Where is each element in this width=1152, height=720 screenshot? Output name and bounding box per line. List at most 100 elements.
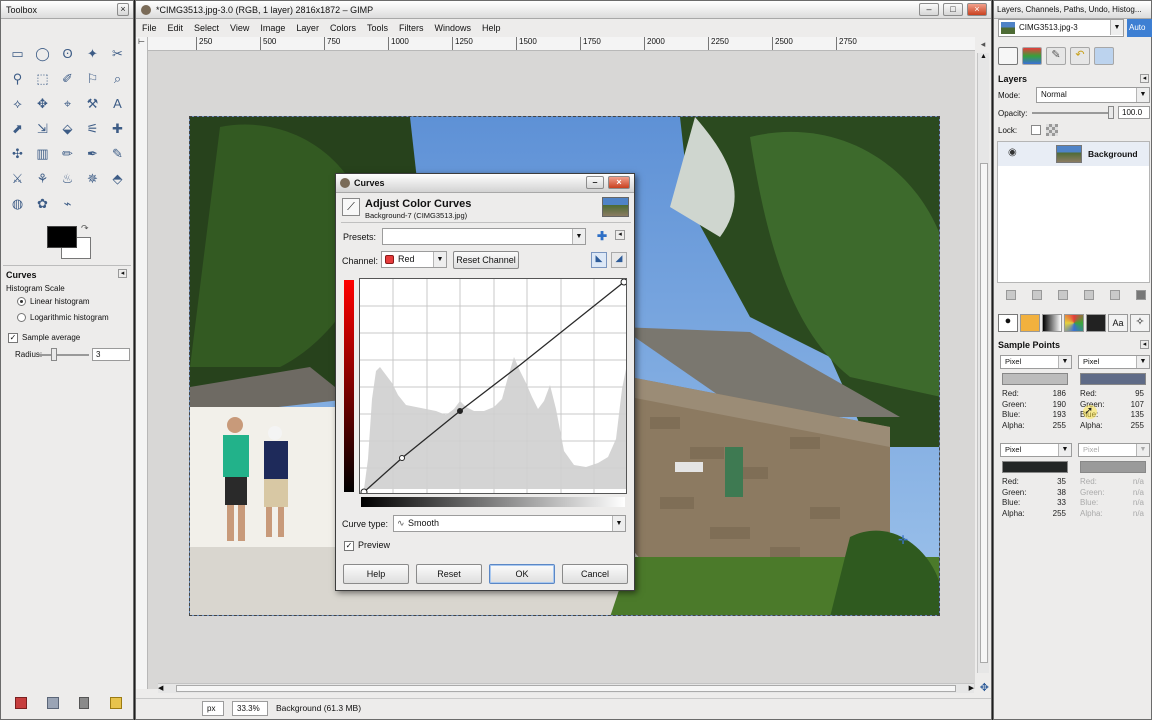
sample-average-checkbox[interactable]: ✓ Sample average — [8, 333, 80, 343]
sample-point-mode-combo[interactable]: Pixel ▼ — [1000, 443, 1072, 457]
pencil-tool-icon[interactable]: ✏ — [57, 143, 78, 164]
brush-tab-icon[interactable]: ● — [998, 314, 1018, 332]
auto-button[interactable]: Auto — [1127, 19, 1152, 37]
lock-alpha-icon[interactable] — [1046, 124, 1058, 136]
linear-histogram-option[interactable]: Linear histogram — [17, 297, 90, 307]
curve-control-point[interactable] — [620, 279, 627, 286]
rotate-tool-icon[interactable]: ⬈ — [7, 118, 28, 139]
curves-close-button[interactable]: × — [608, 176, 630, 189]
rect-select-tool-icon[interactable]: ▭ — [7, 43, 28, 64]
menu-item-windows[interactable]: Windows — [434, 23, 471, 33]
duplicate-layer-icon[interactable] — [1084, 290, 1094, 300]
menu-item-tools[interactable]: Tools — [367, 23, 388, 33]
new-layer-icon[interactable] — [1006, 290, 1016, 300]
menu-item-colors[interactable]: Colors — [330, 23, 356, 33]
help-button[interactable]: Help — [343, 564, 409, 584]
layer-row[interactable]: ◉ Background — [998, 142, 1149, 166]
undo-tab-icon[interactable]: ↶ — [1070, 47, 1090, 65]
heal-tool-icon[interactable]: ✣ — [7, 143, 28, 164]
scale-tool-icon[interactable]: ⇲ — [32, 118, 53, 139]
opacity-spinbox[interactable]: 100.0 — [1118, 106, 1150, 119]
free-select-tool-icon[interactable]: ʘ — [57, 43, 78, 64]
menu-item-filters[interactable]: Filters — [399, 23, 424, 33]
reset-channel-button[interactable]: Reset Channel — [453, 251, 519, 269]
sample-point-mode-combo[interactable]: Pixel ▼ — [1078, 443, 1150, 457]
image-selector-combo[interactable]: CIMG3513.jpg-3 ▼ — [998, 19, 1124, 37]
opacity-slider[interactable] — [1032, 112, 1112, 114]
preview-checkbox[interactable]: ✓ Preview — [344, 540, 390, 551]
vertical-scrollbar[interactable]: ▲ — [977, 53, 989, 673]
move-tool-icon[interactable]: ✥ — [32, 93, 53, 114]
scroll-right-icon[interactable]: ▶ — [969, 684, 974, 692]
gradient-tab-icon[interactable] — [1042, 314, 1062, 332]
curve-type-combo[interactable]: ∿ Smooth ▼ — [393, 515, 626, 532]
ink-tool-icon[interactable]: ⚘ — [32, 168, 53, 189]
toolbox-titlebar[interactable]: Toolbox × — [1, 1, 133, 19]
scissors-select-tool-icon[interactable]: ✂ — [107, 43, 128, 64]
convolve-tool-icon[interactable]: ✿ — [32, 193, 53, 214]
channels-tab-icon[interactable] — [1022, 47, 1042, 65]
menu-item-image[interactable]: Image — [260, 23, 285, 33]
menu-item-edit[interactable]: Edit — [168, 23, 184, 33]
text-tool-icon[interactable]: A — [107, 93, 128, 114]
color-picker-tool-icon[interactable]: ⚲ — [7, 68, 28, 89]
delete-layer-icon[interactable] — [1136, 290, 1146, 300]
sample-point-mode-combo[interactable]: Pixel ▼ — [1000, 355, 1072, 369]
menu-item-select[interactable]: Select — [194, 23, 219, 33]
cancel-button[interactable]: Cancel — [562, 564, 628, 584]
perspective-tool-icon[interactable]: ⚟ — [82, 118, 103, 139]
curve-control-point[interactable] — [399, 455, 405, 461]
menu-item-file[interactable]: File — [142, 23, 157, 33]
eraser-tool-icon[interactable]: ✎ — [107, 143, 128, 164]
lower-layer-icon[interactable] — [1058, 290, 1068, 300]
layers-tab-icon[interactable] — [998, 47, 1018, 65]
log-histogram-option[interactable]: Logarithmic histogram — [17, 313, 109, 323]
reset-button[interactable]: Reset — [416, 564, 482, 584]
curve-control-point[interactable] — [360, 488, 368, 494]
crop-tool-icon[interactable]: ⬚ — [32, 68, 53, 89]
eye-icon[interactable]: ◉ — [1008, 147, 1017, 158]
color-tab-icon[interactable] — [1086, 314, 1106, 332]
tool-options-menu-icon[interactable]: ◂ — [118, 269, 127, 278]
log-histogram-view-icon[interactable]: ◢ — [611, 252, 627, 268]
paths-tool-icon[interactable]: ✐ — [57, 68, 78, 89]
toolbox-close-button[interactable]: × — [117, 3, 129, 16]
bucket-fill-tool-icon[interactable]: ✵ — [82, 168, 103, 189]
opacity-slider-handle[interactable] — [1108, 106, 1114, 119]
restore-options-icon[interactable] — [47, 697, 59, 709]
sample-points-menu-icon[interactable]: ◂ — [1140, 340, 1149, 349]
scroll-left-icon[interactable]: ◀ — [158, 684, 163, 692]
horizontal-scrollbar[interactable]: ◀ ▶ — [158, 683, 974, 693]
font-tab-icon[interactable]: Aa — [1108, 314, 1128, 332]
curve-graph[interactable] — [359, 278, 627, 494]
radius-slider-handle[interactable] — [51, 348, 57, 361]
navigate-crosshair-icon[interactable]: ✥ — [980, 681, 989, 694]
transform-tool-icon[interactable]: ⌖ — [57, 93, 78, 114]
menu-item-view[interactable]: View — [230, 23, 249, 33]
foreground-color-swatch[interactable] — [47, 226, 77, 248]
ok-button[interactable]: OK — [489, 564, 555, 584]
pattern-tab-icon[interactable] — [1020, 314, 1040, 332]
delete-options-icon[interactable] — [79, 697, 89, 709]
zoom-tool-icon[interactable]: ⌕ — [107, 68, 128, 89]
unit-selector[interactable]: px — [202, 701, 224, 716]
reset-options-icon[interactable] — [110, 697, 122, 709]
zoom-selector[interactable]: 33.3% — [232, 701, 268, 716]
vertical-ruler[interactable] — [136, 51, 148, 689]
save-options-icon[interactable] — [15, 697, 27, 709]
shear-tool-icon[interactable]: ⬙ — [57, 118, 78, 139]
lock-pixels-checkbox[interactable] — [1031, 125, 1041, 135]
curve-control-point-selected[interactable] — [457, 408, 463, 414]
clone-tool-icon[interactable]: ♨ — [57, 168, 78, 189]
close-button[interactable]: × — [967, 3, 987, 16]
menu-item-layer[interactable]: Layer — [296, 23, 319, 33]
flip-tool-icon[interactable]: ✚ — [107, 118, 128, 139]
dock-titlebar[interactable]: Layers, Channels, Paths, Undo, Histog... — [994, 1, 1151, 19]
radius-slider[interactable] — [39, 354, 89, 356]
paintbrush-tool-icon[interactable]: ✒ — [82, 143, 103, 164]
radius-spinbox[interactable]: 3 — [92, 348, 130, 361]
raise-layer-icon[interactable] — [1032, 290, 1042, 300]
channel-combo[interactable]: Red ▼ — [381, 251, 447, 268]
blend-tool-icon[interactable]: ▥ — [32, 143, 53, 164]
vertical-scroll-thumb[interactable] — [980, 163, 988, 663]
